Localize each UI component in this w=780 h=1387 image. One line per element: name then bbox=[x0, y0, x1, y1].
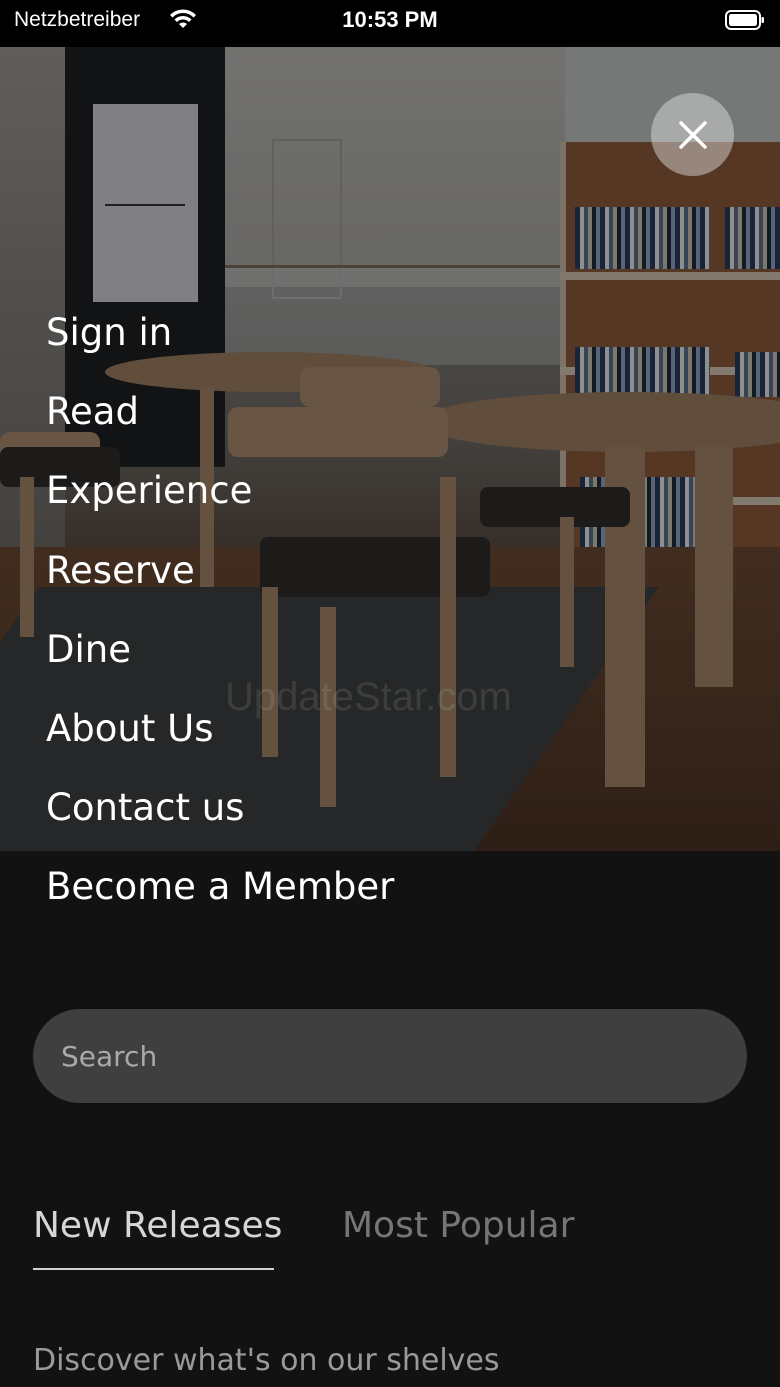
close-menu-button[interactable] bbox=[651, 93, 734, 176]
close-icon bbox=[678, 120, 707, 149]
menu-item-read[interactable]: Read bbox=[46, 387, 394, 466]
tab-most-popular[interactable]: Most Popular bbox=[342, 1205, 574, 1246]
menu-item-experience[interactable]: Experience bbox=[46, 466, 394, 545]
menu-item-contact-us[interactable]: Contact us bbox=[46, 783, 394, 862]
status-bar: Netzbetreiber 10:53 PM bbox=[0, 0, 780, 47]
menu-item-about-us[interactable]: About Us bbox=[46, 704, 394, 783]
search-input[interactable] bbox=[33, 1009, 747, 1103]
search-bar bbox=[33, 1009, 747, 1103]
battery-icon bbox=[725, 10, 764, 30]
status-time: 10:53 PM bbox=[342, 7, 438, 32]
active-tab-indicator bbox=[33, 1268, 274, 1270]
menu-item-reserve[interactable]: Reserve bbox=[46, 546, 394, 625]
app-screen: Netzbetreiber 10:53 PM UpdateStar.com Si… bbox=[0, 0, 780, 1387]
menu-item-sign-in[interactable]: Sign in bbox=[46, 308, 394, 387]
menu-item-become-member[interactable]: Become a Member bbox=[46, 862, 394, 941]
section-subtitle: Discover what's on our shelves bbox=[33, 1343, 500, 1378]
navigation-menu: Sign in Read Experience Reserve Dine Abo… bbox=[46, 308, 394, 942]
menu-item-dine[interactable]: Dine bbox=[46, 625, 394, 704]
tab-new-releases[interactable]: New Releases bbox=[33, 1205, 282, 1246]
